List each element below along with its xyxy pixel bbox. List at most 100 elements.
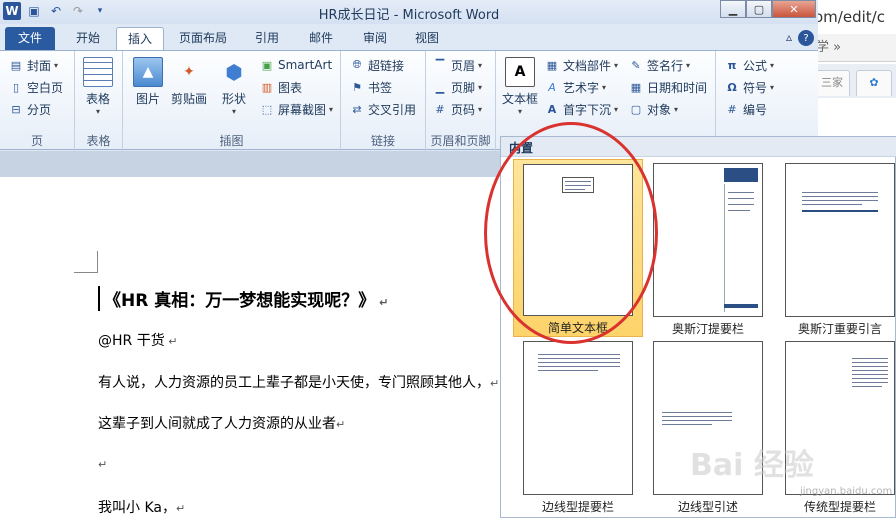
gallery-thumbnail — [653, 163, 763, 317]
quick-parts-button[interactable]: ▦ 文档部件 ▾ — [544, 55, 618, 75]
signature-line-button[interactable]: ✎ 签名行 ▾ — [628, 55, 690, 75]
group-header-footer: ▔ 页眉 ▾ ▁ 页脚 ▾ # 页码 ▾ 页眉和页脚 — [426, 51, 496, 151]
gallery-item-edge-sidebar[interactable]: 边线型提要栏 — [513, 337, 643, 515]
paragraph-mark-icon: ↵ — [336, 418, 346, 431]
textbox-icon: A — [505, 57, 535, 87]
chart-button[interactable]: ▥ 图表 — [259, 77, 302, 97]
tab-home[interactable]: 开始 — [64, 27, 112, 50]
smartart-icon: ▣ — [261, 58, 273, 72]
gallery-item-austin-sidebar[interactable]: 奥斯汀提要栏 — [643, 159, 773, 337]
group-label: 页眉和页脚 — [430, 134, 491, 148]
number-icon: # — [727, 102, 737, 116]
tab-file[interactable]: 文件 — [5, 27, 55, 50]
tab-insert[interactable]: 插入 — [116, 27, 164, 50]
tab-view[interactable]: 视图 — [404, 27, 450, 50]
document-line-1[interactable]: 有人说，人力资源的员工上辈子都是小天使，专门照顾其他人，↵ — [98, 372, 499, 392]
minimize-ribbon-icon[interactable]: ▵ — [786, 30, 792, 46]
hyperlink-icon: 🌐︎ — [352, 58, 362, 71]
screenshot-icon: ⬚ — [261, 102, 273, 116]
clipart-button[interactable]: ✦ 剪贴画 — [171, 57, 207, 107]
object-button[interactable]: ▢ 对象 ▾ — [628, 99, 678, 119]
browser-tab[interactable]: 三家 — [814, 70, 850, 96]
group-label: 链接 — [370, 134, 395, 148]
document-line-3[interactable]: 我叫小 Ka，↵ — [98, 497, 185, 517]
wordart-button[interactable]: A 艺术字 ▾ — [544, 77, 606, 97]
header-button[interactable]: ▔ 页眉 ▾ — [432, 55, 482, 75]
paragraph-mark-icon: ↵ — [375, 296, 389, 309]
bookmark-button[interactable]: ⚑ 书签 — [349, 77, 392, 97]
group-label: 表格 — [86, 134, 111, 148]
tab-review[interactable]: 审阅 — [352, 27, 398, 50]
pinwheel-icon: ✿ — [869, 76, 879, 89]
group-tables: 表格 ▾ 表格 — [75, 51, 123, 151]
gallery-item-austin-pull-quote[interactable]: 奥斯汀重要引言 — [775, 159, 896, 337]
cover-page-button[interactable]: ▤ 封面 ▾ — [8, 55, 58, 75]
page-break-icon: ⊟ — [11, 102, 21, 116]
symbol-button[interactable]: Ω 符号 ▾ — [724, 77, 774, 97]
cross-reference-icon: ⇄ — [352, 102, 362, 116]
blank-page-button[interactable]: ▯ 空白页 — [8, 77, 63, 97]
cover-page-icon: ▤ — [10, 58, 22, 72]
page-number-icon: # — [435, 102, 445, 116]
shapes-button[interactable]: ⬢ 形状 ▾ — [219, 57, 249, 116]
gallery-caption: 边线型提要栏 — [541, 500, 614, 514]
close-button[interactable]: ✕ — [772, 0, 816, 18]
cross-reference-button[interactable]: ⇄ 交叉引用 — [349, 99, 416, 119]
watermark-url: jingyan.baidu.com — [800, 486, 893, 497]
date-time-button[interactable]: ▦ 日期和时间 — [628, 77, 707, 97]
paragraph-mark-icon: ↵ — [164, 335, 178, 348]
document-empty-line[interactable]: ↵ — [98, 456, 107, 472]
tab-references[interactable]: 引用 — [244, 27, 290, 50]
tab-page-layout[interactable]: 页面布局 — [170, 27, 236, 50]
title-bar: W ▣ ↶ ↷ ▾ HR成长日记 - Microsoft Word ▁ ▢ ✕ — [0, 0, 818, 24]
textbox-button[interactable]: A 文本框 ▾ — [502, 57, 538, 116]
browser-url: om/edit/c — [814, 8, 885, 26]
footer-icon: ▁ — [435, 80, 445, 94]
gallery-thumbnail — [523, 341, 633, 495]
number-button[interactable]: # 编号 — [724, 99, 767, 119]
group-label: 插图 — [219, 134, 244, 148]
help-icon[interactable]: ? — [798, 30, 814, 46]
restore-button[interactable]: ▢ — [746, 0, 772, 18]
chart-icon: ▥ — [261, 80, 273, 94]
browser-tab[interactable]: ✿ — [856, 70, 892, 96]
window-title: HR成长日记 - Microsoft Word — [318, 8, 500, 23]
browser-tabs: 三家 ✿ — [810, 64, 896, 98]
screenshot-button[interactable]: ⬚ 屏幕截图 ▾ — [259, 99, 333, 119]
footer-button[interactable]: ▁ 页脚 ▾ — [432, 77, 482, 97]
pi-icon: π — [727, 58, 737, 72]
window-controls: ▁ ▢ ✕ — [720, 0, 816, 18]
gallery-thumbnail — [785, 163, 895, 317]
document-title[interactable]: 《HR 真相：万一梦想能实现呢？》 ↵ — [98, 286, 388, 311]
dropcap-button[interactable]: A 首字下沉 ▾ — [544, 99, 618, 119]
clipart-icon: ✦ — [183, 64, 195, 80]
highlight-circle — [484, 122, 658, 344]
gallery-caption: 奥斯汀重要引言 — [797, 322, 882, 336]
tab-mailings[interactable]: 邮件 — [298, 27, 344, 50]
ribbon-tools: ▵ ? — [786, 30, 814, 46]
gallery-item-edge-quote[interactable]: 边线型引述 — [643, 337, 773, 515]
group-illustrations: ▲ 图片 ✦ 剪贴画 ⬢ 形状 ▾ ▣ SmartArt ▥ 图表 ⬚ 屏幕截图 ▾ 插图 — [123, 51, 341, 151]
picture-button[interactable]: ▲ 图片 — [133, 57, 163, 107]
hyperlink-button[interactable]: 🌐︎ 超链接 — [349, 55, 404, 75]
signature-icon: ✎ — [631, 58, 641, 72]
paragraph-mark-icon: ↵ — [175, 502, 186, 515]
gallery-caption: 边线型引述 — [677, 500, 738, 514]
calendar-icon: ▦ — [630, 80, 642, 94]
group-pages: ▤ 封面 ▾ ▯ 空白页 ⊟ 分页 页 — [0, 51, 75, 151]
background-browser: om/edit/c 学 » 三家 ✿ — [810, 0, 896, 140]
equation-button[interactable]: π 公式 ▾ — [724, 55, 774, 75]
document-author[interactable]: @HR 干货 ↵ — [98, 330, 177, 350]
blank-page-icon: ▯ — [12, 80, 20, 94]
ribbon-tabs: 文件 开始 插入 页面布局 引用 邮件 审阅 视图 ▵ ? — [0, 24, 818, 50]
gallery-caption: 奥斯汀提要栏 — [671, 322, 744, 336]
page-break-button[interactable]: ⊟ 分页 — [8, 99, 51, 119]
smartart-button[interactable]: ▣ SmartArt — [259, 55, 332, 75]
minimize-button[interactable]: ▁ — [720, 0, 746, 18]
page-number-button[interactable]: # 页码 ▾ — [432, 99, 482, 119]
document-line-2[interactable]: 这辈子到人间就成了人力资源的从业者↵ — [98, 413, 345, 433]
group-links: 🌐︎ 超链接 ⚑ 书签 ⇄ 交叉引用 链接 — [341, 51, 426, 151]
wordart-icon: A — [548, 80, 556, 94]
table-button[interactable]: 表格 ▾ — [83, 57, 113, 116]
gallery-caption: 传统型提要栏 — [803, 500, 876, 514]
